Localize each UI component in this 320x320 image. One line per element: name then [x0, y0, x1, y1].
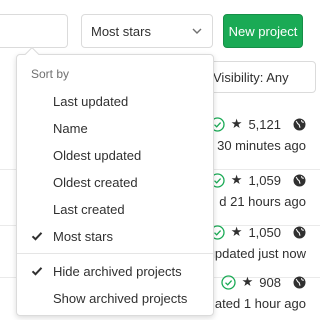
menu-item-label: Hide archived projects	[53, 263, 182, 279]
menu-item-label: Show archived projects	[53, 290, 188, 306]
visibility-filter-dropdown[interactable]: Visibility: Any	[200, 61, 316, 93]
menu-divider	[17, 253, 213, 254]
sort-option-oldest-created[interactable]: Oldest created	[17, 169, 213, 195]
new-project-button[interactable]: New project	[223, 14, 303, 48]
archive-option-hide[interactable]: Hide archived projects	[17, 258, 213, 284]
check-icon	[31, 265, 43, 277]
filter-input[interactable]	[0, 14, 68, 48]
project-meta: ★ 908	[220, 272, 306, 292]
menu-item-label: Oldest updated	[53, 147, 142, 163]
project-updated-text: d 30 minutes ago	[206, 138, 306, 153]
menu-item-label: Last updated	[53, 93, 129, 109]
project-meta: ★ 1,050	[210, 222, 306, 242]
sort-option-most-stars[interactable]: Most stars	[17, 223, 213, 249]
menu-caret	[24, 46, 40, 62]
menu-item-label: Most stars	[53, 228, 113, 244]
star-count: 908	[259, 274, 281, 290]
status-success-icon[interactable]	[220, 274, 236, 290]
globe-icon	[293, 118, 306, 131]
sort-option-last-updated[interactable]: Last updated	[17, 88, 213, 114]
project-meta: ★ 5,121	[210, 114, 306, 134]
chevron-down-icon	[191, 25, 203, 37]
check-icon	[31, 230, 43, 242]
globe-icon	[293, 174, 306, 187]
star-icon: ★	[230, 224, 243, 239]
globe-icon	[293, 226, 306, 239]
menu-header: Sort by	[31, 67, 70, 81]
sort-option-oldest-updated[interactable]: Oldest updated	[17, 142, 213, 168]
archive-option-show[interactable]: Show archived projects	[17, 285, 213, 311]
star-count: 1,050	[248, 224, 281, 240]
menu-item-label: Oldest created	[53, 174, 138, 190]
menu-item-label: Name	[53, 120, 88, 136]
star-count: 5,121	[248, 116, 281, 132]
project-meta: ★ 1,059	[210, 170, 306, 190]
project-updated-text: updated just now	[207, 246, 306, 261]
star-icon: ★	[241, 274, 254, 289]
project-updated-text: odated 1 hour ago	[200, 296, 306, 311]
star-icon: ★	[230, 172, 243, 187]
sort-option-last-created[interactable]: Last created	[17, 196, 213, 222]
globe-icon	[293, 276, 306, 289]
project-updated-text: d 21 hours ago	[219, 194, 306, 209]
sort-selected-label: Most stars	[91, 23, 151, 39]
sort-dropdown-toggle[interactable]: Most stars	[81, 14, 213, 48]
star-icon: ★	[230, 116, 243, 131]
menu-item-label: Last created	[53, 201, 125, 217]
sort-option-name[interactable]: Name	[17, 115, 213, 141]
sort-dropdown-menu: Sort by Last updated Name Oldest updated…	[16, 46, 214, 316]
star-count: 1,059	[248, 172, 281, 188]
